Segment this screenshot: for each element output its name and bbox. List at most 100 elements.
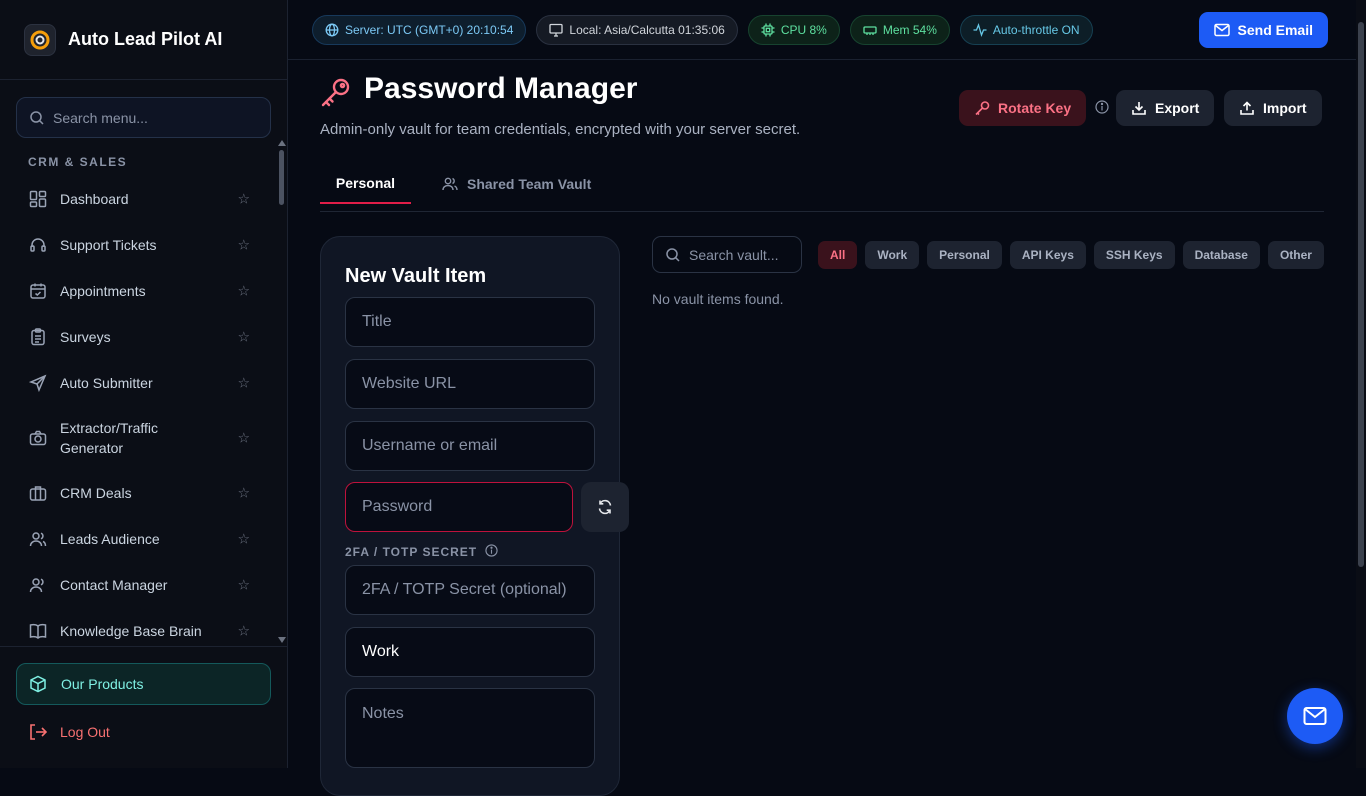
sidebar-item-contact-manager[interactable]: Contact Manager ☆ (16, 562, 272, 608)
import-button[interactable]: Import (1224, 90, 1322, 126)
rotate-key-button[interactable]: Rotate Key (959, 90, 1087, 126)
filter-other[interactable]: Other (1267, 241, 1324, 269)
send-email-button[interactable]: Send Email (1198, 12, 1328, 48)
sidebar-item-label: Support Tickets (60, 237, 157, 253)
totp-input[interactable] (362, 581, 582, 599)
page-title: Password Manager (364, 72, 638, 105)
brand-name: Auto Lead Pilot AI (68, 29, 223, 49)
export-label: Export (1155, 100, 1200, 116)
sidebar-item-extractor[interactable]: Extractor/Traffic Generator ☆ (16, 406, 272, 470)
filter-personal[interactable]: Personal (927, 241, 1002, 269)
star-icon[interactable]: ☆ (237, 375, 250, 392)
scroll-down-icon[interactable] (278, 637, 286, 643)
info-icon[interactable] (1095, 100, 1109, 114)
title-field[interactable] (345, 297, 595, 347)
title-input[interactable] (362, 313, 582, 331)
star-icon[interactable]: ☆ (237, 577, 250, 594)
filter-work[interactable]: Work (865, 241, 920, 269)
password-field[interactable] (345, 482, 573, 532)
sidebar-item-crm-deals[interactable]: CRM Deals ☆ (16, 470, 272, 516)
our-products-button[interactable]: Our Products (16, 663, 271, 705)
cpu-chip: CPU 8% (747, 14, 840, 45)
username-input[interactable] (362, 437, 582, 455)
page-scroll-thumb[interactable] (1358, 22, 1364, 567)
sidebar-scrollbar[interactable] (278, 140, 286, 650)
filter-database[interactable]: Database (1182, 241, 1260, 269)
memory-chip: Mem 54% (849, 14, 950, 45)
star-icon[interactable]: ☆ (237, 430, 250, 447)
totp-field[interactable] (345, 565, 595, 615)
star-icon[interactable]: ☆ (237, 329, 250, 346)
auto-throttle-chip[interactable]: Auto-throttle ON (959, 14, 1093, 45)
vault-search[interactable] (652, 236, 802, 273)
send-email-label: Send Email (1237, 22, 1313, 38)
sidebar-item-surveys[interactable]: Surveys ☆ (16, 314, 272, 360)
sidebar-item-label: Knowledge Base Brain (60, 623, 202, 639)
sidebar-search-input[interactable] (53, 109, 253, 126)
headset-icon (28, 235, 48, 255)
clipboard-icon (28, 327, 48, 347)
logout-button[interactable]: Log Out (28, 723, 110, 741)
password-input[interactable] (362, 498, 562, 516)
notes-field[interactable]: Notes (345, 688, 595, 768)
local-time: Local: Asia/Calcutta 01:35:06 (569, 22, 725, 37)
sidebar-item-appointments[interactable]: Appointments ☆ (16, 268, 272, 314)
sidebar-item-label: CRM Deals (60, 485, 132, 501)
star-icon[interactable]: ☆ (237, 623, 250, 640)
chat-mail-button[interactable] (1287, 688, 1343, 744)
star-icon[interactable]: ☆ (237, 237, 250, 254)
sidebar-item-leads-audience[interactable]: Leads Audience ☆ (16, 516, 272, 562)
star-icon[interactable]: ☆ (237, 283, 250, 300)
brand: Auto Lead Pilot AI (0, 0, 287, 80)
vault-filters: All Work Personal API Keys SSH Keys Data… (818, 241, 1332, 269)
filter-ssh-keys[interactable]: SSH Keys (1093, 241, 1175, 269)
key-icon (975, 101, 990, 116)
website-url-input[interactable] (362, 375, 582, 393)
filter-all[interactable]: All (818, 241, 858, 269)
search-icon (666, 247, 680, 262)
category-value: Work (362, 643, 400, 660)
tab-label: Shared Team Vault (467, 176, 592, 192)
sidebar-item-dashboard[interactable]: Dashboard ☆ (16, 176, 272, 222)
username-field[interactable] (345, 421, 595, 471)
sidebar-search[interactable] (16, 97, 271, 138)
generate-password-button[interactable] (581, 482, 629, 532)
key-icon (321, 78, 350, 107)
card-heading: New Vault Item (345, 265, 487, 287)
info-icon[interactable] (485, 544, 498, 557)
star-icon[interactable]: ☆ (237, 485, 250, 502)
memory-icon (863, 25, 877, 35)
category-select[interactable]: Work (345, 627, 595, 677)
sidebar: Auto Lead Pilot AI CRM & SALES Dashboard… (0, 0, 288, 768)
page-scrollbar[interactable] (1356, 0, 1366, 768)
sidebar-item-support-tickets[interactable]: Support Tickets ☆ (16, 222, 272, 268)
sidebar-item-auto-submitter[interactable]: Auto Submitter ☆ (16, 360, 272, 406)
sidebar-item-label: Auto Submitter (60, 375, 153, 391)
filter-api-keys[interactable]: API Keys (1009, 241, 1086, 269)
download-icon (1132, 102, 1146, 115)
page-subtitle: Admin-only vault for team credentials, e… (320, 121, 801, 138)
tab-shared-team-vault[interactable]: Shared Team Vault (442, 164, 591, 204)
logout-label: Log Out (60, 724, 110, 740)
vault-tabs: Personal Shared Team Vault (320, 164, 1324, 212)
sidebar-scroll-thumb[interactable] (279, 150, 284, 205)
globe-icon (325, 23, 339, 36)
topbar: Server: UTC (GMT+0) 20:10:54 Local: Asia… (288, 0, 1366, 60)
vault-search-input[interactable] (689, 246, 799, 263)
users-icon (442, 177, 458, 191)
refresh-icon (598, 499, 612, 515)
new-vault-item-card: New Vault Item 2FA / TOTP SECRET Work No… (320, 236, 629, 796)
sidebar-item-label: Leads Audience (60, 531, 160, 547)
tab-personal[interactable]: Personal (320, 164, 411, 204)
briefcase-icon (28, 483, 48, 503)
website-url-field[interactable] (345, 359, 595, 409)
export-button[interactable]: Export (1116, 90, 1215, 126)
totp-label: 2FA / TOTP SECRET (345, 544, 498, 560)
star-icon[interactable]: ☆ (237, 531, 250, 548)
scroll-up-icon[interactable] (278, 140, 286, 146)
upload-icon (1240, 101, 1254, 115)
calendar-icon (28, 281, 48, 301)
star-icon[interactable]: ☆ (237, 191, 250, 208)
sidebar-nav: Dashboard ☆ Support Tickets ☆ Appointmen… (16, 176, 272, 654)
camera-icon (28, 428, 48, 448)
